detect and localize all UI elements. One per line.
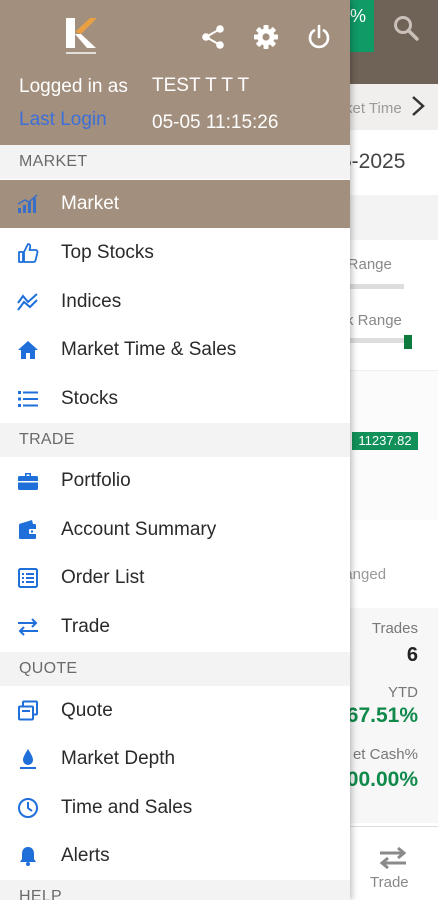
menu-item-label: Order List <box>61 567 145 588</box>
section-divider <box>336 195 438 240</box>
menu-item-label: Quote <box>61 700 113 721</box>
menu-item-alerts[interactable]: Alerts <box>0 832 350 880</box>
market-depth-icon <box>20 749 36 769</box>
menu-item-time-and-sales[interactable]: Time and Sales <box>0 784 350 832</box>
menu-item-market[interactable]: Market <box>0 180 350 228</box>
section-header-quote: QUOTE <box>0 652 350 686</box>
wallet-icon <box>19 520 37 539</box>
menu-item-label: Time and Sales <box>61 797 193 818</box>
menu-item-top-stocks[interactable]: Top Stocks <box>0 229 350 277</box>
gear-icon[interactable] <box>253 24 279 50</box>
last-login-link[interactable]: Last Login <box>19 109 107 131</box>
last-login-time: 05-05 11:15:26 <box>152 112 279 133</box>
bottom-nav-trade-label[interactable]: Trade <box>370 874 409 891</box>
power-icon[interactable] <box>306 24 332 50</box>
thumbs-up-icon <box>18 243 39 263</box>
clock-icon <box>18 798 38 818</box>
list-icon <box>18 391 38 407</box>
drawer-header: Logged in as TEST T T T Last Login 05-05… <box>0 0 350 145</box>
menu-item-label: Portfolio <box>61 470 131 491</box>
share-icon[interactable] <box>200 24 226 50</box>
menu-item-market-depth[interactable]: Market Depth <box>0 735 350 783</box>
section-header-help: HELP <box>0 880 350 900</box>
menu-item-label: Top Stocks <box>61 242 154 263</box>
search-icon[interactable] <box>392 14 420 42</box>
order-list-icon <box>18 568 38 588</box>
section-header-market: MARKET <box>0 145 350 179</box>
briefcase-icon <box>18 473 38 490</box>
brand-logo <box>66 18 97 54</box>
week-range-marker <box>404 335 412 349</box>
exchange-arrows-icon <box>18 618 38 636</box>
chevron-right-icon[interactable] <box>408 94 428 118</box>
menu-item-stocks[interactable]: Stocks <box>0 375 350 423</box>
menu-item-label: Indices <box>61 291 122 312</box>
menu-item-market-time-sales[interactable]: Market Time & Sales <box>0 326 350 374</box>
menu-item-order-list[interactable]: Order List <box>0 554 350 602</box>
menu-item-account-summary[interactable]: Account Summary <box>0 506 350 554</box>
exchange-arrows-icon[interactable] <box>378 846 408 870</box>
logged-in-label: Logged in as <box>19 76 128 97</box>
menu-item-label: Market <box>61 193 120 214</box>
trend-lines-icon <box>17 293 38 311</box>
menu-item-label: Trade <box>61 616 110 637</box>
price-tag: 11237.82 <box>352 432 418 450</box>
menu-item-quote[interactable]: Quote <box>0 687 350 735</box>
menu-item-trade[interactable]: Trade <box>0 603 350 651</box>
navigation-drawer: Logged in as TEST T T T Last Login 05-05… <box>0 0 350 900</box>
bell-icon <box>20 847 36 866</box>
bar-chart-icon <box>17 194 38 213</box>
menu-item-label: Market Depth <box>61 748 176 769</box>
section-header-trade: TRADE <box>0 423 350 457</box>
menu-item-label: Alerts <box>61 845 110 866</box>
quote-icon <box>18 700 38 721</box>
user-name: TEST T T T <box>152 75 250 96</box>
menu-item-label: Account Summary <box>61 519 217 540</box>
home-icon <box>18 341 38 359</box>
menu-item-label: Market Time & Sales <box>61 339 237 360</box>
menu-item-portfolio[interactable]: Portfolio <box>0 457 350 505</box>
menu-item-label: Stocks <box>61 388 119 409</box>
menu-item-indices[interactable]: Indices <box>0 278 350 326</box>
